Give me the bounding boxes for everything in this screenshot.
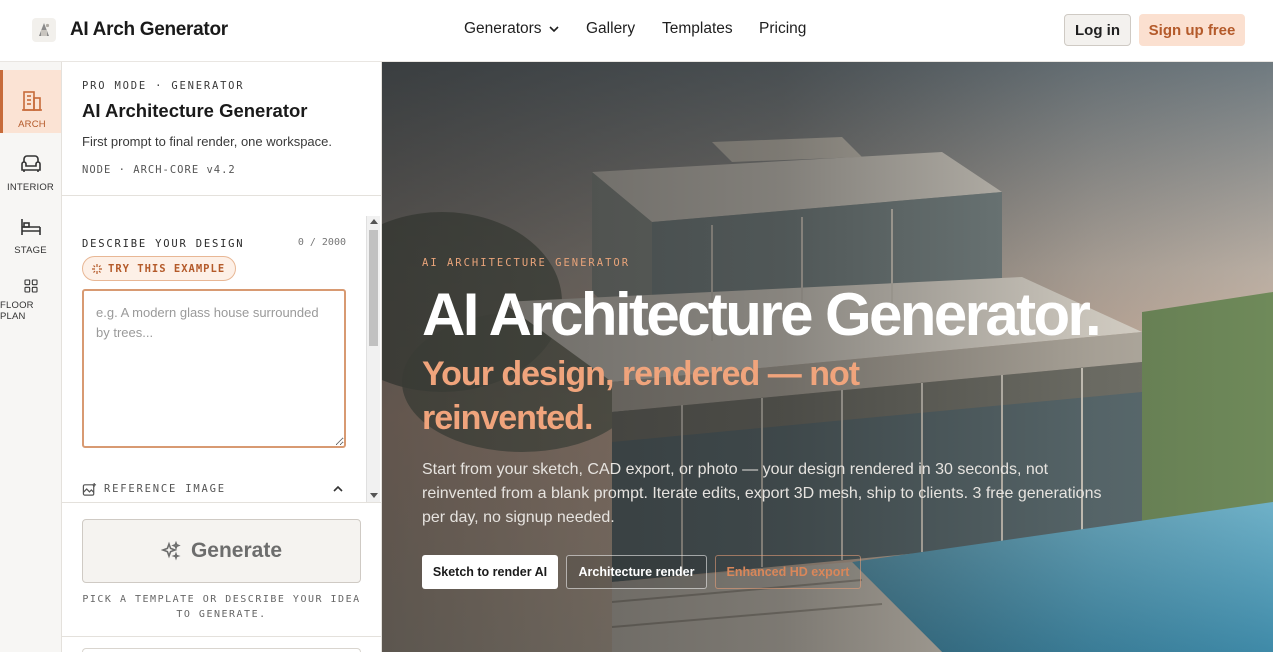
try-example-label: TRY THIS EXAMPLE	[108, 262, 226, 275]
node-label: NODE · ARCH-CORE v4.2	[82, 164, 236, 176]
signup-button[interactable]: Sign up free	[1139, 14, 1245, 46]
prompt-input[interactable]	[82, 289, 346, 448]
scroll-thumb[interactable]	[369, 230, 378, 346]
sparkle-icon	[92, 263, 102, 274]
chevron-up-icon	[333, 485, 343, 492]
rail-label-floor-plan: FLOOR PLAN	[0, 300, 34, 322]
try-example-button[interactable]: TRY THIS EXAMPLE	[82, 256, 237, 281]
enhanced-hd-export-button[interactable]: Enhanced HD export	[715, 555, 861, 589]
sketch-to-render-button[interactable]: Sketch to render AI	[422, 555, 558, 589]
scroll-up-arrow[interactable]	[370, 219, 378, 224]
next-section-box	[82, 648, 361, 652]
panel-scrollbar[interactable]	[366, 216, 380, 502]
nav-pricing[interactable]: Pricing	[759, 20, 806, 38]
armchair-icon	[20, 155, 41, 172]
hero-section: AI ARCHITECTURE GENERATOR AI Architectur…	[382, 62, 1273, 652]
scroll-down-arrow[interactable]	[370, 493, 378, 498]
building-icon	[22, 91, 42, 111]
rail-label-stage: STAGE	[14, 245, 47, 256]
nav-generators-label: Generators	[464, 20, 542, 37]
divider	[62, 502, 381, 503]
rail-item-interior[interactable]: INTERIOR	[0, 133, 61, 196]
bed-icon	[20, 219, 41, 235]
generator-panel: PRO MODE · GENERATOR AI Architecture Gen…	[62, 62, 382, 652]
panel-title: AI Architecture Generator	[82, 100, 308, 121]
rail-item-floor-plan[interactable]: FLOOR PLAN	[0, 259, 61, 322]
reference-image-label: REFERENCE IMAGE	[104, 483, 226, 495]
nav-generators[interactable]: Generators	[464, 20, 560, 38]
rail-label-interior: INTERIOR	[7, 182, 54, 193]
login-button[interactable]: Log in	[1064, 14, 1131, 46]
rail-item-stage[interactable]: STAGE	[0, 196, 61, 259]
architecture-render-button[interactable]: Architecture render	[566, 555, 707, 589]
char-count: 0 / 2000	[297, 237, 346, 248]
reference-image-toggle[interactable]: REFERENCE IMAGE	[82, 480, 346, 498]
panel-subtitle: First prompt to final render, one worksp…	[82, 134, 333, 149]
rail-label-arch: ARCH	[18, 119, 46, 130]
hero-title: AI Architecture Generator.	[422, 281, 1102, 348]
generate-hint: PICK A TEMPLATE OR DESCRIBE YOUR IDEA TO…	[82, 594, 361, 620]
image-add-icon	[82, 482, 97, 496]
nav-templates[interactable]: Templates	[662, 20, 733, 38]
divider	[62, 195, 381, 196]
brand-name[interactable]: AI Arch Generator	[70, 19, 228, 41]
mode-rail: ARCH INTERIOR STAGE FLOOR PLAN	[0, 62, 62, 652]
describe-label: DESCRIBE YOUR DESIGN	[82, 238, 245, 250]
nav-gallery[interactable]: Gallery	[586, 20, 635, 38]
generate-button[interactable]: Generate	[82, 519, 361, 583]
hero-tagline: Your design, rendered — not reinvented.	[422, 355, 860, 437]
panel-kicker: PRO MODE · GENERATOR	[82, 80, 245, 92]
logo-icon[interactable]	[32, 18, 56, 42]
generate-label: Generate	[190, 539, 283, 562]
divider	[62, 636, 381, 637]
top-nav: AI Arch Generator Generators Gallery Tem…	[0, 0, 1273, 62]
sparkles-icon	[160, 541, 181, 561]
rail-item-arch[interactable]: ARCH	[0, 70, 61, 133]
chevron-down-icon	[548, 26, 559, 33]
hero-kicker: AI ARCHITECTURE GENERATOR	[422, 257, 631, 269]
hero-description: Start from your sketch, CAD export, or p…	[422, 461, 1102, 526]
grid-icon	[23, 279, 38, 293]
